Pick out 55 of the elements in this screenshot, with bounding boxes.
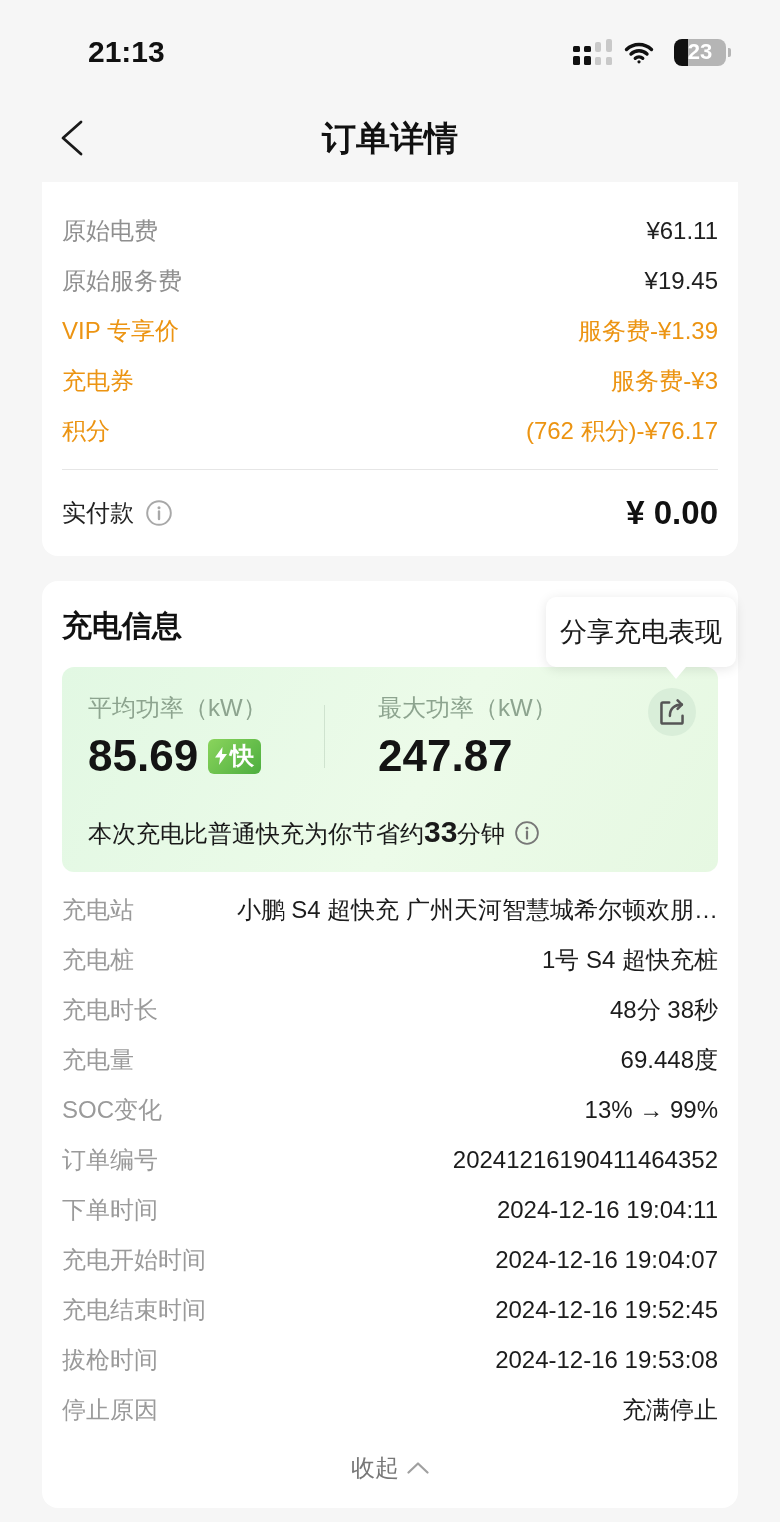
detail-value: 2024-12-16 19:04:11: [496, 1195, 718, 1225]
share-button[interactable]: [648, 688, 696, 736]
power-label: 平均功率（kW）: [88, 695, 267, 721]
detail-label: 充电桩: [62, 945, 134, 975]
fee-label: 原始电费: [62, 216, 158, 246]
detail-label: 拔枪时间: [62, 1345, 158, 1375]
detail-label: 充电时长: [62, 995, 158, 1025]
detail-value: 13% → 99%: [584, 1095, 718, 1125]
info-icon[interactable]: [515, 821, 540, 845]
total-amount: ¥ 0.00: [626, 493, 718, 533]
detail-value: 1号 S4 超快充桩: [541, 945, 718, 975]
power-value: 247.87: [378, 732, 513, 780]
fee-amount: 服务费-¥3: [611, 366, 718, 396]
detail-label: SOC变化: [62, 1095, 162, 1125]
back-icon: [60, 120, 84, 156]
status-time: 21:13: [88, 34, 165, 70]
total-label: 实付款: [62, 498, 134, 528]
share-tooltip: 分享充电表现: [546, 597, 736, 667]
detail-label: 充电量: [62, 1045, 134, 1075]
fee-amount: ¥61.11: [646, 216, 718, 246]
detail-label: 充电站: [62, 895, 134, 925]
wifi-icon: [624, 40, 654, 64]
power-value: 85.69: [88, 732, 199, 780]
battery-indicator: 23: [674, 38, 731, 66]
fast-charge-label: 快: [230, 744, 255, 768]
detail-label: 停止原因: [62, 1395, 158, 1425]
detail-value: 48分 38秒: [609, 995, 718, 1025]
detail-value: 2024-12-16 19:04:07: [495, 1245, 718, 1275]
cellular-signal-icon: [573, 39, 612, 65]
detail-label: 下单时间: [62, 1195, 158, 1225]
collapse-button[interactable]: 收起: [351, 1453, 429, 1483]
detail-label: 充电结束时间: [62, 1295, 206, 1325]
fee-amount: (762 积分)-¥76.17: [525, 416, 718, 446]
lightning-icon: [215, 747, 228, 765]
chevron-up-icon: [407, 1462, 429, 1474]
fee-label: 原始服务费: [62, 266, 182, 296]
section-title: 充电信息: [62, 608, 182, 644]
detail-value: 小鹏 S4 超快充 广州天河智慧城希尔顿欢朋…: [236, 895, 718, 925]
page-title: 订单详情: [322, 118, 458, 158]
tooltip-pointer-icon: [666, 667, 686, 679]
fee-amount: 服务费-¥1.39: [577, 316, 718, 346]
fee-label: VIP 专享价: [62, 316, 179, 346]
fee-label: 充电券: [62, 366, 134, 396]
detail-value: 20241216190411464352: [452, 1145, 718, 1175]
detail-value: 充满停止: [622, 1395, 718, 1425]
fee-label: 积分: [62, 416, 110, 446]
savings-note: 本次充电比普通快充为你节省约33分钟: [88, 817, 506, 849]
fee-amount: ¥19.45: [644, 266, 718, 296]
detail-value: 2024-12-16 19:53:08: [495, 1345, 718, 1375]
share-icon: [659, 699, 685, 725]
detail-label: 订单编号: [62, 1145, 158, 1175]
detail-value: 2024-12-16 19:52:45: [495, 1295, 718, 1325]
power-label: 最大功率（kW）: [378, 695, 557, 721]
detail-value: 69.448度: [620, 1045, 718, 1075]
detail-label: 充电开始时间: [62, 1245, 206, 1275]
